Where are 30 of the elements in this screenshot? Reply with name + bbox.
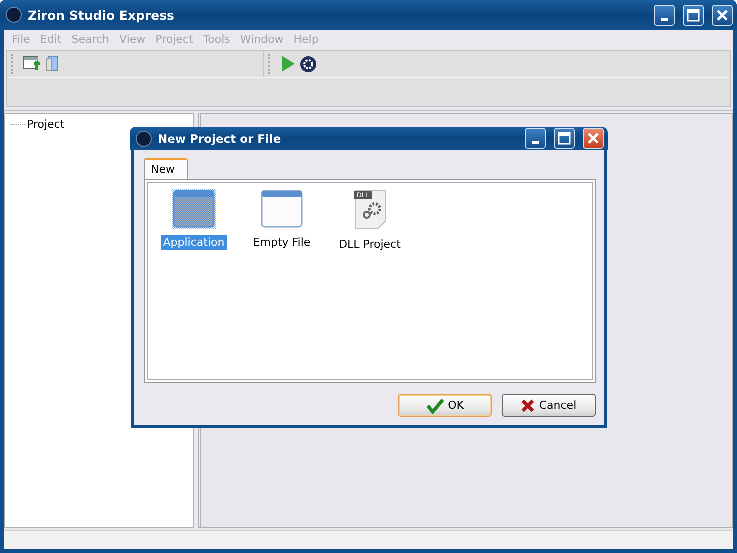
dialog-title: New Project or File bbox=[158, 132, 282, 146]
tree-item[interactable]: Project bbox=[27, 118, 65, 131]
app-logo-icon bbox=[136, 130, 152, 146]
cross-icon bbox=[521, 398, 536, 412]
minimize-icon bbox=[532, 141, 539, 144]
maximize-icon bbox=[558, 132, 571, 145]
cancel-button[interactable]: Cancel bbox=[502, 394, 596, 417]
maximize-button[interactable] bbox=[554, 128, 575, 149]
close-button[interactable] bbox=[583, 128, 604, 149]
close-icon bbox=[587, 132, 600, 145]
minimize-icon bbox=[661, 18, 668, 20]
gear-icon[interactable] bbox=[300, 56, 317, 72]
tab[interactable]: New bbox=[144, 158, 188, 179]
maximize-icon bbox=[687, 8, 700, 22]
window-icon bbox=[172, 189, 216, 229]
new-window-icon[interactable] bbox=[23, 55, 41, 73]
maximize-button[interactable] bbox=[683, 4, 704, 26]
door-icon[interactable] bbox=[45, 55, 61, 73]
template-label[interactable]: DLL Project bbox=[337, 237, 403, 252]
template-label[interactable]: Empty File bbox=[251, 235, 313, 250]
ok-button[interactable]: OK bbox=[398, 394, 492, 417]
minimize-button[interactable] bbox=[525, 128, 546, 149]
window-title: Ziron Studio Express bbox=[28, 8, 176, 22]
window-icon bbox=[260, 189, 304, 229]
template-label[interactable]: Application bbox=[161, 235, 227, 250]
check-icon bbox=[426, 398, 444, 414]
app-logo-icon bbox=[6, 7, 22, 23]
close-button[interactable] bbox=[712, 4, 733, 26]
close-icon bbox=[716, 8, 729, 22]
minimize-button[interactable] bbox=[654, 4, 675, 26]
